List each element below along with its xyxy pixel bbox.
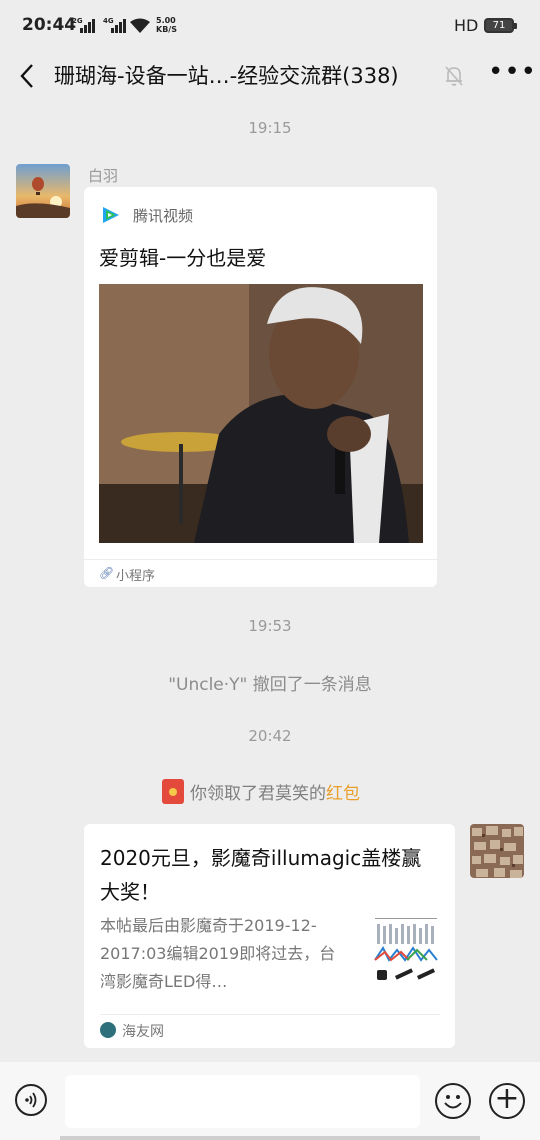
- red-packet-icon: [162, 779, 184, 804]
- timestamp-2: 19:53: [248, 617, 292, 635]
- card-divider: [100, 1014, 440, 1015]
- title-bar: 珊瑚海-设备一站…-经验交流群(338) •••: [0, 52, 540, 100]
- voice-button[interactable]: [15, 1084, 47, 1116]
- mute-icon: [445, 66, 463, 86]
- avatar-bai-yu[interactable]: [16, 164, 70, 218]
- plus-button[interactable]: +: [489, 1083, 525, 1119]
- card-divider: [84, 559, 437, 560]
- signal-icon-1: [80, 19, 95, 33]
- link-card-description: 本帖最后由影魔奇于2019-12-2017:03编辑2019即将过去，台湾影魔奇…: [100, 916, 336, 991]
- status-bar: 20:44 2G 4G 5.00 KB/S HD 71: [0, 0, 540, 52]
- plus-icon: +: [494, 1081, 520, 1116]
- speed-value: 5.00: [156, 16, 176, 25]
- network-speed: 5.00 KB/S: [156, 16, 177, 34]
- signal-icon-2: [111, 19, 126, 33]
- status-time: 20:44: [22, 15, 77, 35]
- timestamp-1: 19:15: [248, 119, 292, 137]
- link-icon: 🔗︎: [99, 566, 115, 580]
- voice-icon: [25, 1092, 37, 1108]
- message-input[interactable]: [65, 1075, 420, 1128]
- link-card-site: 海友网: [122, 1024, 164, 1040]
- link-card-title: 2020元旦，影魔奇illumagic盖楼赢大奖！: [100, 846, 422, 904]
- recall-notice: "Uncle·Y" 撤回了一条消息: [168, 675, 372, 695]
- gesture-bar: [60, 1136, 480, 1140]
- red-packet-text: 你领取了君莫笑的: [190, 784, 326, 804]
- red-packet-link[interactable]: 红包: [326, 784, 360, 804]
- back-icon[interactable]: [16, 62, 40, 90]
- emoji-button[interactable]: [435, 1083, 471, 1119]
- video-thumbnail[interactable]: [99, 284, 423, 543]
- emoji-icon: [444, 1095, 462, 1109]
- sender-name: 白羽: [88, 167, 119, 185]
- mini-program-source: 腾讯视频: [133, 207, 194, 225]
- battery-icon: 71: [484, 18, 517, 33]
- red-packet-notice: 你领取了君莫笑的红包: [190, 779, 360, 804]
- site-icon: [100, 1022, 116, 1038]
- tencent-video-icon: [103, 207, 119, 223]
- speed-unit: KB/S: [156, 25, 177, 34]
- avatar-self[interactable]: [470, 824, 524, 878]
- mini-program-title: 爱剪辑-一分也是爱: [99, 246, 267, 270]
- hd-label: HD: [454, 16, 479, 35]
- link-card-thumbnail: [371, 912, 441, 988]
- timestamp-3: 20:42: [248, 727, 292, 745]
- wifi-icon: [130, 18, 150, 33]
- chat-title: 珊瑚海-设备一站…-经验交流群(338): [54, 64, 399, 88]
- mini-program-label: 小程序: [116, 569, 156, 584]
- more-icon[interactable]: •••: [488, 59, 536, 88]
